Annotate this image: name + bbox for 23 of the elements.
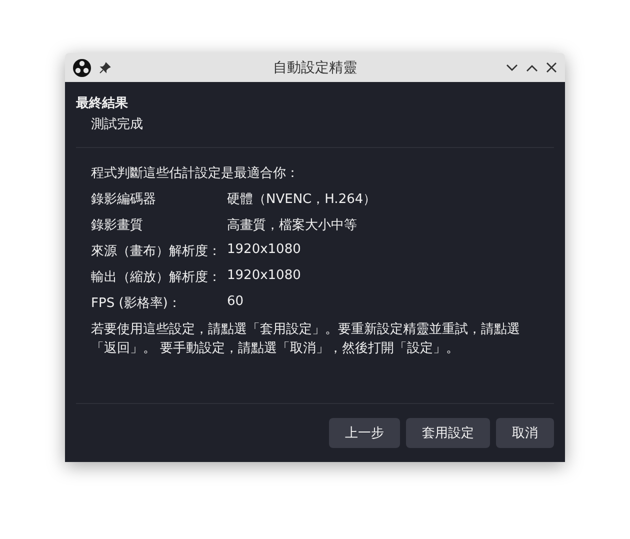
intro-text: 程式判斷這些估計設定是最適合你： <box>91 165 300 182</box>
setting-value: 1920x1080 <box>227 268 302 285</box>
instructions-text: 若要使用這些設定，請點選「套用設定」。要重新設定精靈並重試，請點選「返回」。 要手動設定，請點選「取消」，然後打開「設定」。 <box>91 321 521 358</box>
minimize-icon[interactable] <box>506 64 518 72</box>
pin-icon[interactable] <box>99 62 111 74</box>
page-heading: 最終結果 <box>76 95 129 112</box>
page-subtitle: 測試完成 <box>91 116 144 133</box>
dialog-button[interactable]: 套用設定 <box>406 418 490 448</box>
setting-label: 錄影編碼器 <box>91 191 157 208</box>
maximize-icon[interactable] <box>526 64 538 72</box>
setting-label: FPS (影格率)： <box>91 295 182 312</box>
close-icon[interactable] <box>546 62 557 73</box>
dialog-button[interactable]: 上一步 <box>329 418 400 448</box>
setting-label: 輸出（縮放）解析度： <box>91 269 222 286</box>
window-title: 自動設定精靈 <box>272 58 358 76</box>
setting-value: 1920x1080 <box>227 242 302 259</box>
setting-label: 錄影畫質 <box>91 217 144 234</box>
dialog-button[interactable]: 取消 <box>496 418 554 448</box>
app-logo-icon <box>73 58 91 76</box>
setting-label: 來源（畫布）解析度： <box>91 243 222 260</box>
setting-value: 高畫質，檔案大小中等 <box>227 217 358 234</box>
setting-value: 硬體（NVENC，H.264） <box>227 191 378 208</box>
setting-value: 60 <box>227 294 245 311</box>
